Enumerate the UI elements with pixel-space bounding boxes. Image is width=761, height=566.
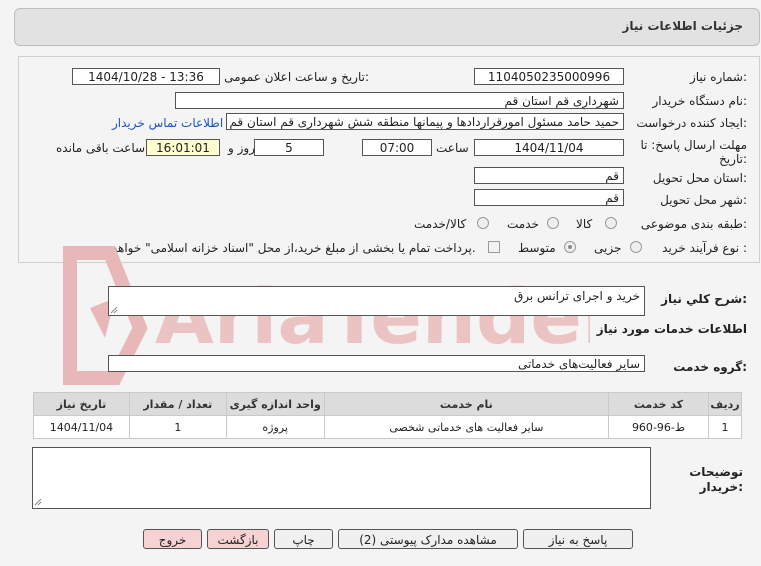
days-field: 5: [254, 139, 324, 156]
services-table: تاریخ نیاز تعداد / مقدار واحد اندازه گیر…: [33, 392, 743, 439]
process-option-medium: متوسط: [518, 241, 556, 255]
deadline-label-2: تاریخ:: [719, 152, 747, 166]
column-header-unit: واحد اندازه گیری: [225, 392, 325, 416]
city-label: شهر محل تحویل:: [660, 193, 747, 207]
process-label: نوع فرآیند خرید :: [662, 241, 747, 255]
view-attachments-button[interactable]: مشاهده مدارک پیوستی (2): [338, 529, 518, 549]
province-label: استان محل تحویل:: [652, 171, 747, 185]
treasury-checkbox[interactable]: [488, 241, 500, 253]
need-number-field: 1104050235000996: [474, 68, 624, 85]
category-label: طبقه بندی موضوعی:: [640, 217, 747, 231]
cell-qty: 1: [128, 415, 227, 439]
need-number-label: شماره نیاز:: [689, 70, 747, 84]
announce-label: تاریخ و ساعت اعلان عمومی:: [224, 70, 369, 84]
category-option-both: کالا/خدمت: [414, 217, 467, 231]
category-option-service: خدمت: [507, 217, 539, 231]
service-group-label: گروه خدمت:: [673, 360, 747, 374]
deadline-date-field: 1404/11/04: [474, 139, 624, 156]
table-row: 1404/11/04 1 پروژه سایر فعالیت های خدمات…: [33, 415, 743, 439]
payment-note: پرداخت تمام یا بخشی از مبلغ خرید،از محل …: [93, 241, 476, 255]
cell-name: سایر فعالیت های خدماتی شخصی: [323, 415, 610, 439]
reply-button[interactable]: پاسخ به نیاز: [523, 529, 633, 549]
back-button[interactable]: بازگشت: [207, 529, 269, 549]
remaining-time-field: 16:01:01: [146, 139, 220, 156]
cell-row: 1: [707, 415, 743, 439]
buyer-contact-link[interactable]: اطلاعات تماس خریدار: [112, 116, 223, 130]
time-label: ساعت: [436, 141, 469, 155]
page-title: جزئیات اطلاعات نیاز: [622, 19, 743, 33]
page-header: جزئیات اطلاعات نیاز: [14, 8, 760, 46]
column-header-date: تاریخ نیاز: [33, 392, 130, 416]
deadline-label: مهلت ارسال پاسخ: تا: [640, 138, 747, 152]
days-label: روز و: [228, 141, 255, 155]
table-header-row: تاریخ نیاز تعداد / مقدار واحد اندازه گیر…: [33, 392, 743, 416]
process-radio-medium[interactable]: [564, 241, 576, 253]
service-group-field: سایر فعالیت‌های خدماتی: [108, 355, 645, 372]
notes-resize-grip-icon[interactable]: [34, 498, 42, 506]
description-label: شرح کلي نياز:: [661, 292, 747, 306]
description-field[interactable]: خرید و اجرای ترانس برق: [108, 286, 645, 316]
buyer-field: شهرداری قم استان قم: [175, 92, 624, 109]
category-radio-goods[interactable]: [605, 217, 617, 229]
column-header-name: نام خدمت: [323, 392, 610, 416]
resize-grip-icon[interactable]: [110, 306, 118, 314]
cell-unit: پروژه: [225, 415, 325, 439]
creator-field: حمید حامد مسئول امورقراردادها و پیمانها …: [226, 113, 624, 130]
remaining-label: ساعت باقی مانده: [56, 141, 146, 155]
buyer-notes-label: توضیحات: [689, 465, 743, 479]
column-header-row: ردیف: [707, 392, 743, 416]
category-radio-both[interactable]: [477, 217, 489, 229]
process-radio-minor[interactable]: [630, 241, 642, 253]
deadline-time-field: 07:00: [362, 139, 432, 156]
buyer-notes-label-2: خریدار:: [699, 480, 743, 494]
services-section-title: اطلاعات خدمات مورد نیاز: [596, 322, 747, 336]
column-header-qty: تعداد / مقدار: [128, 392, 227, 416]
cell-code: ط-96-960: [608, 415, 709, 439]
buyer-notes-field[interactable]: [32, 447, 651, 509]
province-field: قم: [474, 167, 624, 184]
city-field: قم: [474, 189, 624, 206]
exit-button[interactable]: خروج: [143, 529, 202, 549]
print-button[interactable]: چاپ: [274, 529, 333, 549]
process-option-minor: جزیی: [594, 241, 622, 255]
category-radio-service[interactable]: [547, 217, 559, 229]
column-header-code: کد خدمت: [608, 392, 709, 416]
buyer-label: نام دستگاه خریدار:: [652, 94, 748, 108]
cell-date: 1404/11/04: [33, 415, 130, 439]
category-option-goods: کالا: [576, 217, 593, 231]
info-panel: [18, 56, 760, 263]
creator-label: ایجاد کننده درخواست:: [636, 116, 747, 130]
announce-field: 1404/10/28 - 13:36: [72, 68, 220, 85]
